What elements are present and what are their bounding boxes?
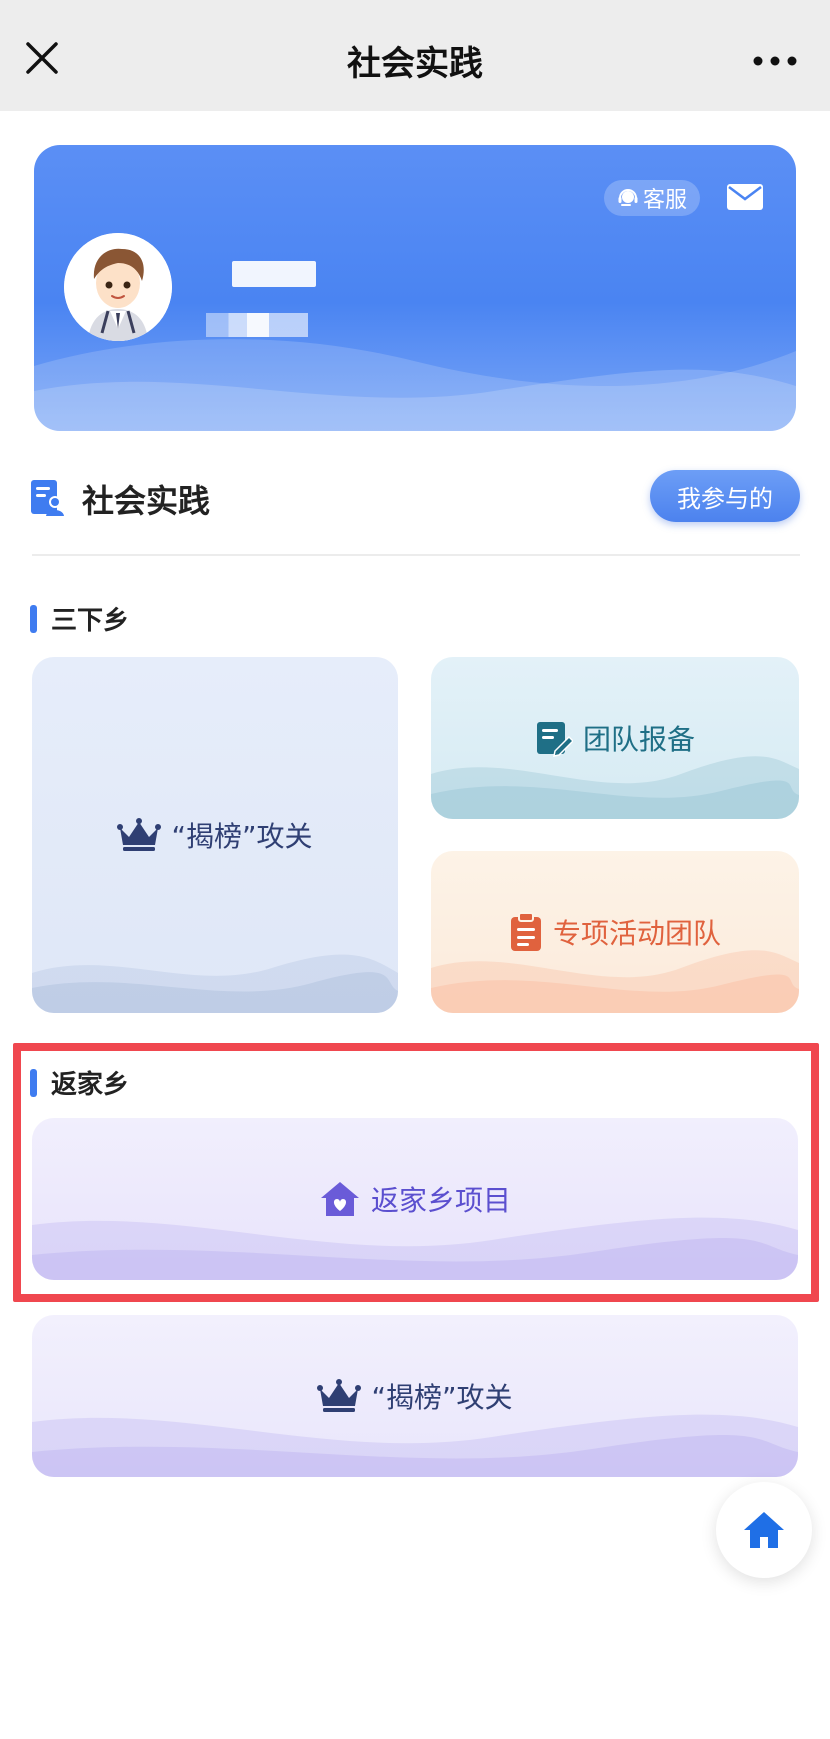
tile-jiebang-challenge[interactable]: “揭榜”攻关 (32, 657, 398, 1013)
wave-decoration (431, 756, 799, 819)
tile-label: 专项活动团队 (552, 917, 721, 950)
people-list-icon (31, 480, 64, 516)
avatar-illustration (64, 233, 172, 341)
edit-document-icon (536, 722, 573, 757)
user-id-blurred (206, 313, 308, 337)
wave-decoration (34, 339, 796, 431)
customer-service-label: 客服 (642, 188, 687, 213)
crown-icon (317, 1379, 362, 1412)
tile-team-registration[interactable]: 团队报备 (431, 657, 799, 819)
subsection-heading-fanjiaxiang: 返家乡 (30, 1064, 129, 1101)
wave-decoration (32, 1414, 798, 1477)
customer-service-button[interactable]: 客服 (604, 180, 700, 216)
crown-icon (117, 818, 162, 851)
tile-jiebang-challenge-hometown[interactable]: “揭榜”攻关 (32, 1315, 798, 1477)
avatar[interactable] (64, 233, 172, 341)
wave-decoration (32, 954, 398, 1013)
tile-label: “揭榜”攻关 (371, 1381, 513, 1414)
more-icon[interactable] (750, 48, 800, 74)
heading-accent-bar (30, 1068, 37, 1097)
house-heart-icon (320, 1182, 359, 1216)
divider (32, 554, 800, 556)
top-nav-bar: 社会实践 (0, 0, 830, 111)
my-participation-button[interactable]: 我参与的 (650, 470, 800, 522)
wave-decoration (431, 950, 799, 1013)
mail-icon[interactable] (726, 183, 764, 211)
tile-label: 团队报备 (582, 723, 695, 756)
home-icon (744, 1512, 784, 1548)
tile-special-activity-team[interactable]: 专项活动团队 (431, 851, 799, 1013)
home-button[interactable] (716, 1482, 812, 1578)
tile-label: 返家乡项目 (370, 1184, 511, 1217)
subsection-heading-sanxiaxiang: 三下乡 (30, 600, 129, 637)
heading-accent-bar (30, 604, 37, 633)
profile-card: 客服 (34, 145, 796, 431)
tile-label: “揭榜”攻关 (171, 820, 313, 853)
headset-icon (618, 189, 638, 206)
clipboard-icon (510, 912, 541, 951)
wave-decoration (32, 1217, 798, 1280)
user-name-blurred (232, 261, 316, 287)
subsection-heading-label: 返家乡 (51, 1070, 130, 1100)
tile-return-hometown-project[interactable]: 返家乡项目 (32, 1118, 798, 1280)
subsection-heading-label: 三下乡 (51, 606, 130, 636)
section-title: 社会实践 (82, 482, 211, 520)
section-header: 社会实践 我参与的 (30, 470, 800, 530)
page-title: 社会实践 (347, 44, 483, 84)
